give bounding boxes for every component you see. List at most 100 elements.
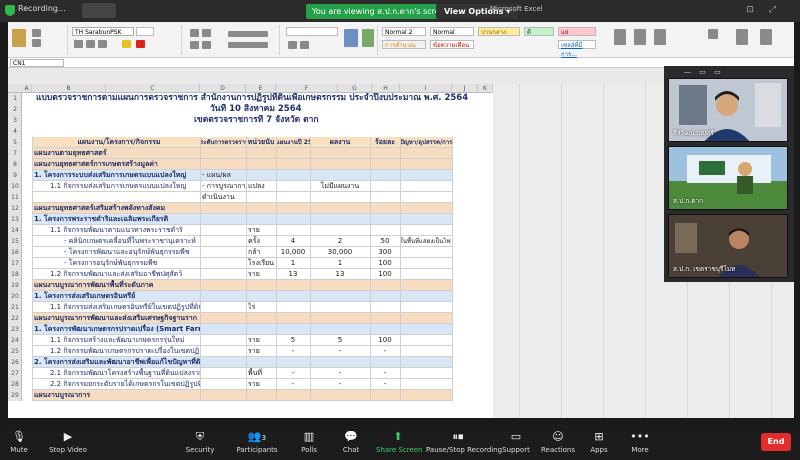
- cell-b[interactable]: 1.1 กิจกรรมส่งเสริมเกษตรอินทรีย์ในเขตปฏิ…: [50, 302, 200, 313]
- row-header[interactable]: 28: [8, 379, 22, 390]
- italic-icon[interactable]: [86, 40, 95, 48]
- cell-d[interactable]: ราย: [248, 335, 276, 346]
- style-neutral[interactable]: ปานกลาง: [478, 27, 520, 36]
- row-header[interactable]: 23: [8, 324, 22, 335]
- cell-f[interactable]: 1: [310, 258, 370, 269]
- security-button[interactable]: ⛨ Security: [182, 426, 218, 460]
- cell-d[interactable]: ราย: [248, 269, 276, 280]
- style-good[interactable]: ดี: [524, 27, 554, 36]
- video-layout-icon[interactable]: — ▭ ▭: [684, 68, 724, 76]
- video-tile[interactable]: ธีรวัฒน์ บุญศรี: [668, 78, 788, 142]
- font-size-box[interactable]: [136, 27, 154, 36]
- column-header[interactable]: I: [400, 84, 452, 93]
- pause-stop-recording-button[interactable]: ⏸⏹ Pause/Stop Recording: [426, 426, 502, 460]
- cell-b[interactable]: 1. โครงการส่งเสริมเกษตรอินทรีย์: [34, 291, 200, 302]
- cell-d[interactable]: หน่วยนับ: [246, 137, 276, 148]
- cell-h[interactable]: ปัญหา/อุปสรรค/การแก้ไข/ข้อเสนอ: [400, 137, 452, 148]
- cell-e[interactable]: 1: [276, 258, 310, 269]
- cell-g[interactable]: -: [370, 379, 400, 390]
- cell-b[interactable]: 1. โครงการพระราชดำริและเฉลิมพระเกียรติ: [34, 214, 200, 225]
- cell-b[interactable]: - คลินิกเกษตรเคลื่อนที่ในพระราชานุเคราะห…: [64, 236, 200, 247]
- more-button[interactable]: ••• More: [628, 426, 652, 460]
- percent-icon[interactable]: [300, 41, 309, 49]
- row-header[interactable]: 15: [8, 236, 22, 247]
- cell-f[interactable]: -: [310, 379, 370, 390]
- cell-f[interactable]: 2: [310, 236, 370, 247]
- underline-icon[interactable]: [98, 40, 107, 48]
- column-header[interactable]: D: [200, 84, 246, 93]
- mute-button[interactable]: 🎙 Mute: [4, 426, 34, 460]
- cell-b[interactable]: แบบตรวจราชการตามแผนการตรวจราชการ สำนักงา…: [36, 93, 476, 104]
- video-tile[interactable]: ส.ป.ก.ตาก: [668, 146, 788, 210]
- row-header[interactable]: 9: [8, 170, 22, 181]
- cell-b[interactable]: แผนงานบูรณาการ: [34, 390, 200, 401]
- cell-h[interactable]: ในพื้นที่แสดงเป็นไฟ กศก. ปรับแผน: [400, 236, 452, 247]
- align-left-icon[interactable]: [190, 41, 199, 49]
- style-link[interactable]: เซลล์ที่มีการ...: [558, 40, 596, 58]
- paste-icon[interactable]: [12, 29, 26, 47]
- cell-g[interactable]: ร้อยละ: [370, 137, 400, 148]
- style-calculation[interactable]: การคำนวณ: [382, 40, 426, 49]
- cell-e[interactable]: -: [276, 368, 310, 379]
- row-header[interactable]: 7: [8, 148, 22, 159]
- cell-f[interactable]: 30,000: [310, 247, 370, 258]
- cell-g[interactable]: 50: [370, 236, 400, 247]
- cell-d[interactable]: ราย: [248, 225, 276, 236]
- cell-c[interactable]: - การบูรณาการ: [202, 181, 246, 192]
- cell-b[interactable]: 1.2 กิจกรรมพัฒนาเกษตรกรปราดเปรื่องในเขตป…: [50, 346, 200, 357]
- cell-g[interactable]: 300: [370, 247, 400, 258]
- align-middle-icon[interactable]: [202, 29, 211, 37]
- conditional-format-icon[interactable]: [344, 29, 358, 47]
- cell-g[interactable]: -: [370, 368, 400, 379]
- cell-c[interactable]: ดำเนินงาน: [202, 192, 246, 203]
- cell-b[interactable]: 1.1 กิจกรรมส่งเสริมการเกษตรแบบแปลงใหญ่: [50, 181, 200, 192]
- spreadsheet-grid[interactable]: ABCDEFGHIJK 1 2 3 4 5 7 8 9 10 11 12 13 14 15 16 17 18 19…: [8, 84, 493, 418]
- polls-button[interactable]: ▥ Polls: [296, 426, 322, 460]
- row-header[interactable]: 21: [8, 302, 22, 313]
- copy-icon[interactable]: [32, 39, 41, 47]
- row-header[interactable]: 13: [8, 214, 22, 225]
- cell-e[interactable]: 13: [276, 269, 310, 280]
- row-header[interactable]: 26: [8, 357, 22, 368]
- currency-icon[interactable]: [288, 41, 297, 49]
- cell-f[interactable]: 13: [310, 269, 370, 280]
- style-normal2[interactable]: Normal 2: [382, 27, 426, 36]
- cell-d[interactable]: แปลง: [248, 181, 276, 192]
- merge-center-icon[interactable]: [228, 42, 268, 48]
- cut-icon[interactable]: [32, 29, 41, 37]
- cell-b[interactable]: - โครงการอนุรักษ์พันธุกรรมพืช: [64, 258, 200, 269]
- cell-b[interactable]: 1.2 กิจกรรมพัฒนาและส่งเสริมอาชีพปศุสัตว์: [50, 269, 200, 280]
- column-header[interactable]: F: [276, 84, 338, 93]
- cell-g[interactable]: -: [370, 346, 400, 357]
- cell-b[interactable]: แผนงานตามยุทธศาสตร์: [34, 148, 200, 159]
- row-header[interactable]: 14: [8, 225, 22, 236]
- row-header[interactable]: 4: [8, 126, 22, 137]
- cell-g[interactable]: 100: [370, 269, 400, 280]
- row-header[interactable]: 12: [8, 203, 22, 214]
- row-header[interactable]: 5: [8, 137, 22, 148]
- cell-b[interactable]: 1.1 กิจกรรมพัฒนาตามแนวทางพระราชดำริ: [50, 225, 200, 236]
- insert-icon[interactable]: [614, 29, 626, 45]
- window-controls-icon[interactable]: ⊡ ⤢: [746, 5, 782, 15]
- row-header[interactable]: 11: [8, 192, 22, 203]
- find-select-icon[interactable]: [760, 29, 772, 45]
- cell-b[interactable]: แผนงานยุทธศาสตร์การเกษตรสร้างมูลค่า: [34, 159, 200, 170]
- cell-e[interactable]: แผนงานปี 2564: [276, 137, 310, 148]
- cell-b[interactable]: 2.1 กิจกรรมพัฒนาโครงสร้างพื้นฐานที่ดินแป…: [50, 368, 200, 379]
- column-header[interactable]: C: [106, 84, 200, 93]
- row-header[interactable]: 10: [8, 181, 22, 192]
- name-box[interactable]: CN1: [10, 59, 64, 67]
- row-header[interactable]: 17: [8, 258, 22, 269]
- cell-f[interactable]: ไม่มีแผนงาน: [310, 181, 370, 192]
- row-header[interactable]: 22: [8, 313, 22, 324]
- column-header[interactable]: G: [338, 84, 372, 93]
- row-header[interactable]: 2: [8, 104, 22, 115]
- share-screen-button[interactable]: ⬆ Share Screen: [376, 426, 423, 460]
- row-header[interactable]: 19: [8, 280, 22, 291]
- delete-icon[interactable]: [634, 29, 646, 45]
- cell-d[interactable]: พื้นที่: [248, 368, 276, 379]
- cell-g[interactable]: 100: [370, 335, 400, 346]
- row-header[interactable]: 29: [8, 390, 22, 401]
- video-tile[interactable]: ส.ป.ก. เขตราชบุรีโมท: [668, 214, 788, 278]
- cell-b[interactable]: 1. โครงการพัฒนาเกษตรกรปราดเปรื่อง (Smart…: [34, 324, 200, 335]
